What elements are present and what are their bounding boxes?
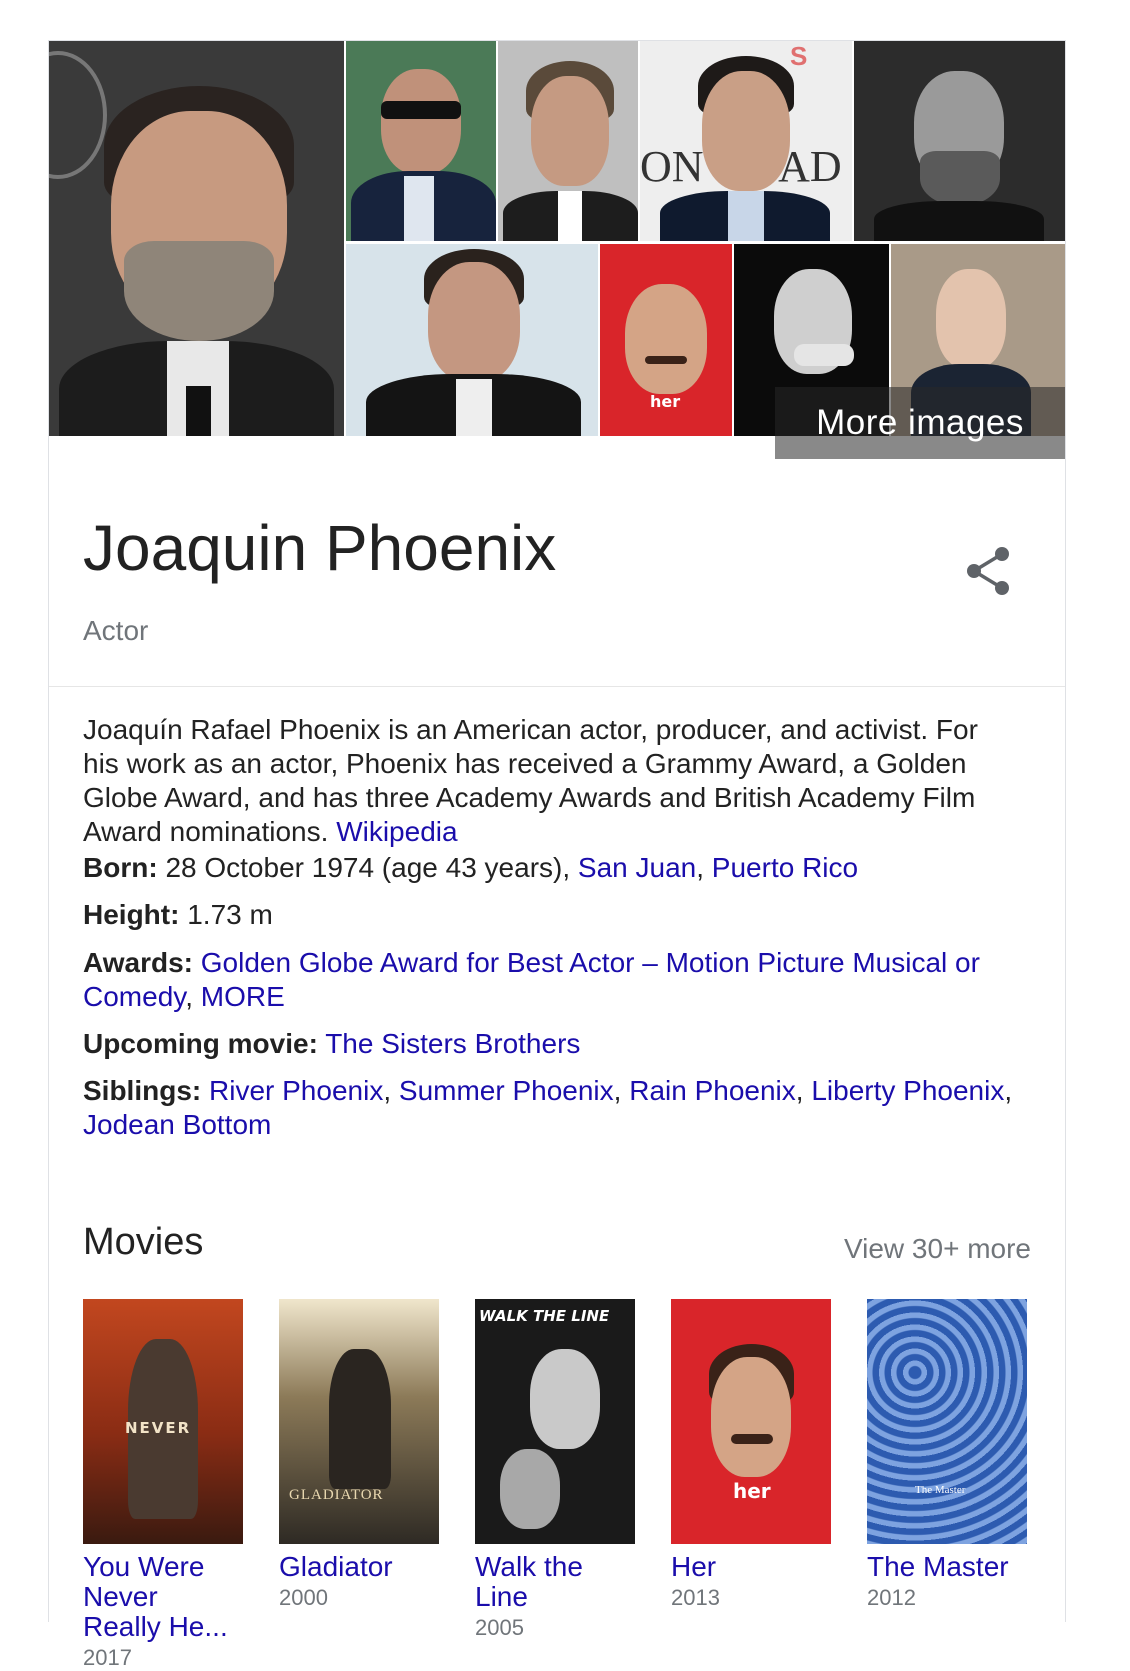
- movie-title[interactable]: You Were Never Really He...: [83, 1552, 243, 1642]
- movie-title[interactable]: Walk the Line: [475, 1552, 635, 1612]
- knowledge-panel: ON AD S her More images Joaquin Phoenix …: [48, 40, 1066, 1670]
- separator: ,: [185, 981, 193, 1012]
- poster-title-text: GLADIATOR: [289, 1487, 384, 1503]
- separator: ,: [795, 1075, 804, 1106]
- fact-label-height: Height:: [83, 899, 180, 930]
- fact-label-upcoming: Upcoming movie:: [83, 1028, 318, 1059]
- poster-title-text: her: [733, 1479, 771, 1503]
- poster-title-text: NEVER: [125, 1419, 192, 1437]
- movies-section-title: Movies: [83, 1221, 204, 1263]
- photo-tile-5[interactable]: [346, 244, 598, 436]
- separator: ,: [613, 1075, 622, 1106]
- separator: ,: [696, 852, 705, 883]
- separator: ,: [1004, 1075, 1013, 1106]
- movie-year: 2017: [83, 1645, 132, 1670]
- movie-poster[interactable]: WALK THE LINE: [475, 1299, 635, 1544]
- entity-subtitle: Actor: [83, 615, 149, 646]
- movie-poster[interactable]: GLADIATOR: [279, 1299, 439, 1544]
- main-photo[interactable]: [49, 41, 344, 436]
- link-san-juan[interactable]: San Juan: [578, 852, 696, 883]
- separator: ,: [383, 1075, 392, 1106]
- movie-card[interactable]: The Master The Master 2012: [867, 1299, 1027, 1611]
- sibling-link[interactable]: Rain Phoenix: [629, 1075, 796, 1106]
- photo-tile-3[interactable]: ON AD S: [640, 41, 852, 241]
- fact-label-born: Born:: [83, 852, 158, 883]
- fact-upcoming-movie: Upcoming movie: The Sisters Brothers: [83, 1027, 1013, 1061]
- share-icon[interactable]: [964, 546, 1012, 596]
- movie-card[interactable]: her Her 2013: [671, 1299, 831, 1611]
- image-mosaic: ON AD S her More images: [49, 41, 1065, 459]
- poster-title-text: WALK THE LINE: [479, 1307, 610, 1325]
- photo-tile-2[interactable]: [498, 41, 638, 241]
- fact-label-siblings: Siblings:: [83, 1075, 202, 1106]
- movie-title[interactable]: Her: [671, 1552, 831, 1582]
- fact-height: Height: 1.73 m: [83, 898, 1013, 932]
- movie-title[interactable]: The Master: [867, 1552, 1027, 1582]
- fact-awards: Awards: Golden Globe Award for Best Acto…: [83, 946, 1013, 1014]
- poster-title-text: The Master: [915, 1484, 966, 1496]
- movie-poster[interactable]: her: [671, 1299, 831, 1544]
- link-puerto-rico[interactable]: Puerto Rico: [712, 852, 858, 883]
- movie-year: 2005: [475, 1615, 524, 1640]
- movie-poster[interactable]: NEVER: [83, 1299, 243, 1544]
- movie-card[interactable]: WALK THE LINE Walk the Line 2005: [475, 1299, 635, 1641]
- movie-poster[interactable]: The Master: [867, 1299, 1027, 1544]
- movie-card[interactable]: NEVER You Were Never Really He... 2017: [83, 1299, 243, 1671]
- awards-more-link[interactable]: MORE: [201, 981, 285, 1012]
- movie-card[interactable]: GLADIATOR Gladiator 2000: [279, 1299, 439, 1611]
- poster-her-label: her: [650, 392, 681, 411]
- photo-tile-sunglasses[interactable]: [346, 41, 496, 241]
- sibling-link[interactable]: Summer Phoenix: [399, 1075, 614, 1106]
- movie-year: 2013: [671, 1585, 720, 1610]
- entity-title: Joaquin Phoenix: [83, 512, 557, 584]
- photo-tile-bw[interactable]: [854, 41, 1065, 241]
- wikipedia-link[interactable]: Wikipedia: [336, 816, 457, 847]
- sibling-link[interactable]: Jodean Bottom: [83, 1109, 271, 1140]
- fact-siblings: Siblings: River Phoenix, Summer Phoenix,…: [83, 1074, 1013, 1142]
- fact-value-height: 1.73 m: [187, 899, 273, 930]
- sibling-link[interactable]: Liberty Phoenix: [811, 1075, 1004, 1106]
- view-more-movies-link[interactable]: View 30+ more: [844, 1233, 1031, 1265]
- fact-label-awards: Awards:: [83, 947, 193, 978]
- movie-year: 2000: [279, 1585, 328, 1610]
- description: Joaquín Rafael Phoenix is an American ac…: [83, 713, 1003, 849]
- sibling-link[interactable]: River Phoenix: [209, 1075, 383, 1106]
- movie-title[interactable]: Gladiator: [279, 1552, 439, 1582]
- description-text: Joaquín Rafael Phoenix is an American ac…: [83, 714, 978, 847]
- photo-tile-her[interactable]: her: [600, 244, 732, 436]
- more-images-button[interactable]: More images: [775, 387, 1065, 459]
- fact-born: Born: 28 October 1974 (age 43 years), Sa…: [83, 851, 1013, 885]
- link-upcoming-movie[interactable]: The Sisters Brothers: [325, 1028, 580, 1059]
- fact-value-born: 28 October 1974 (age 43 years),: [165, 852, 571, 883]
- divider: [49, 686, 1065, 687]
- movie-year: 2012: [867, 1585, 916, 1610]
